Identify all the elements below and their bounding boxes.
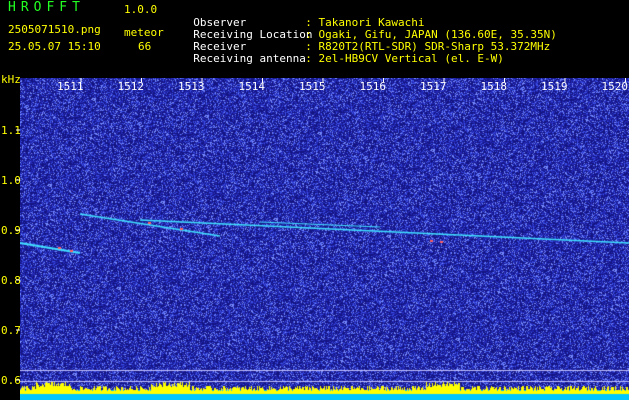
y-tick-label: 0.6 — [1, 374, 21, 387]
meteor-label: meteor — [124, 26, 164, 39]
meteor-count: 66 — [138, 40, 152, 53]
file-name: 2505071510.png — [8, 23, 101, 36]
spectrogram-canvas — [20, 78, 629, 400]
info-value: : 2el-HB9CV Vertical (el. E-W) — [305, 52, 504, 65]
y-tick-label: 0.7 — [1, 324, 21, 337]
axis-unit: kHz — [1, 73, 21, 86]
y-tick-label: 0.9 — [1, 224, 21, 237]
app-title: HROFFT — [8, 0, 85, 15]
info-row-antenna: Receiving antenna: 2el-HB9CV Vertical (e… — [180, 42, 504, 64]
y-tick-label: 0.8 — [1, 274, 21, 287]
y-tick-label: 1.1 — [1, 124, 21, 137]
y-tick-label: 1.0 — [1, 174, 21, 187]
y-axis-ticks: 1.1 1.0 0.9 0.8 0.7 0.6 — [1, 124, 21, 387]
capture-datetime: 25.05.07 15:10 — [8, 40, 101, 53]
app-version: 1.0.0 — [124, 3, 158, 16]
info-label: Receiving antenna — [193, 52, 306, 65]
